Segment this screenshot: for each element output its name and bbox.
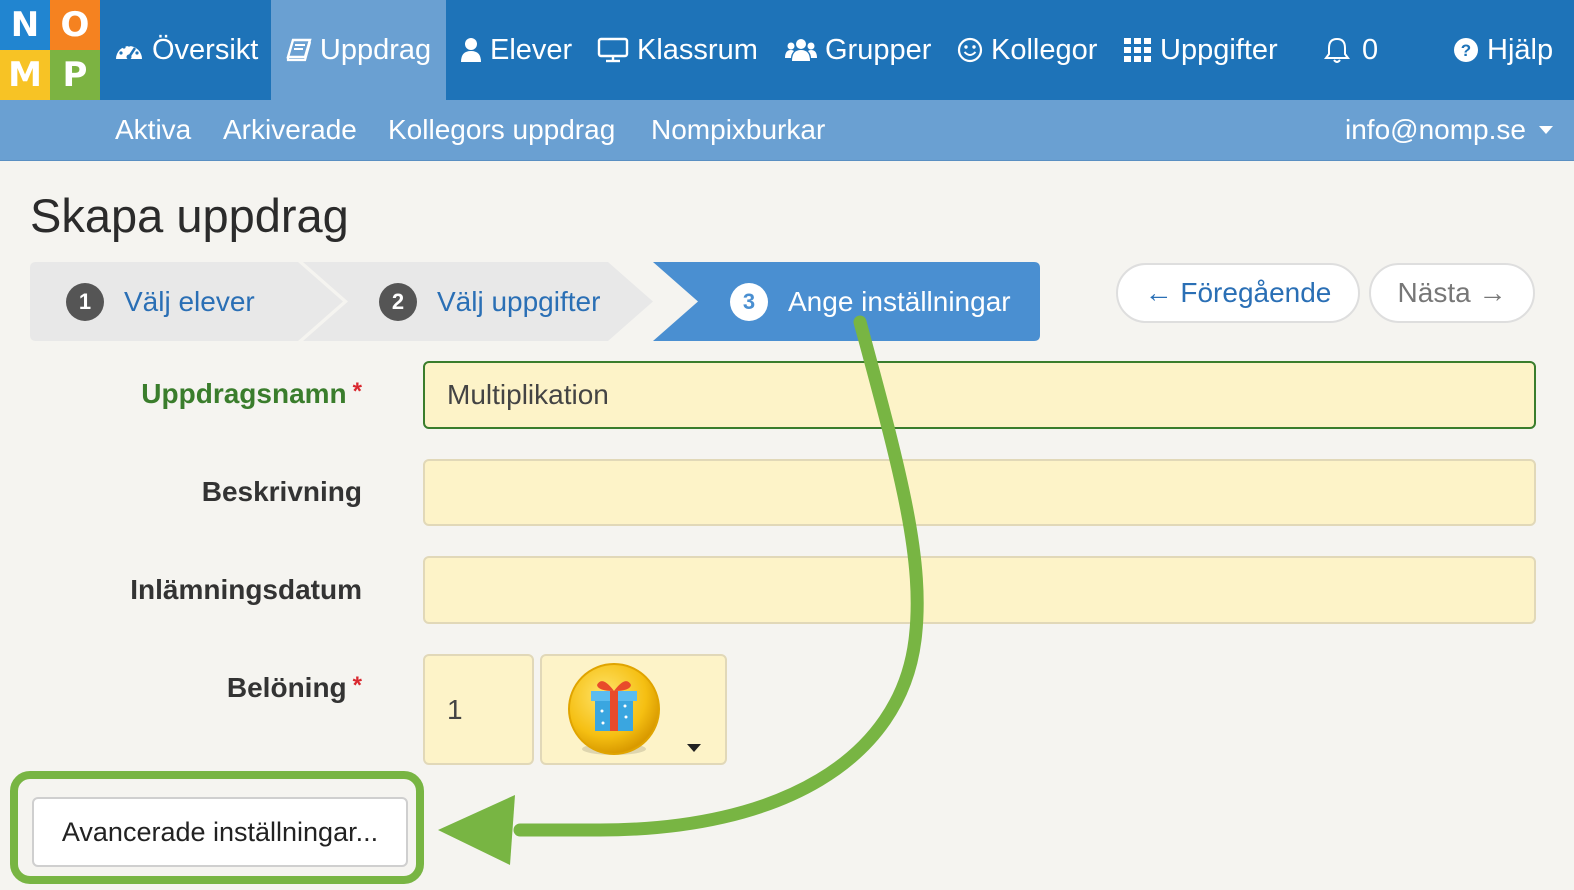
subnav-item-kollegors-uppdrag[interactable]: Kollegors uppdrag	[388, 100, 615, 160]
notifications-button[interactable]: 0	[1324, 0, 1378, 100]
step-label: Välj uppgifter	[437, 285, 601, 317]
step-number: 3	[730, 282, 768, 321]
nav-item-oversikt[interactable]: Översikt	[114, 0, 258, 100]
bell-icon	[1324, 37, 1350, 63]
logo-letter-o: O	[50, 0, 100, 50]
name-label-text: Uppdragsnamn	[141, 378, 347, 409]
reward-label-text: Belöning	[226, 672, 347, 703]
step-number: 1	[66, 282, 104, 321]
reward-type-select[interactable]	[540, 654, 727, 765]
nav-label: Uppgifter	[1160, 33, 1278, 66]
help-button[interactable]: ? Hjälp	[1453, 0, 1553, 100]
caret-down-icon	[687, 744, 701, 752]
dashboard-icon	[116, 43, 142, 60]
caret-down-icon	[1538, 126, 1553, 134]
nomp-logo[interactable]: N O M P	[0, 0, 100, 100]
reward-count-value: 1	[447, 693, 463, 725]
nav-label: Grupper	[825, 33, 932, 66]
reward-count-input[interactable]: 1	[423, 654, 534, 765]
nav-item-grupper[interactable]: Grupper	[785, 0, 931, 100]
logo-letter-n: N	[0, 0, 50, 50]
logo-letter-p: P	[50, 50, 100, 100]
name-input[interactable]: Multiplikation	[423, 361, 1536, 429]
account-menu[interactable]: info@nomp.se	[1345, 100, 1554, 160]
wizard-step-1[interactable]: 1 Välj elever	[66, 262, 255, 341]
smile-icon	[957, 37, 983, 63]
nav-item-uppgifter[interactable]: Uppgifter	[1124, 0, 1278, 100]
due-date-input[interactable]	[423, 556, 1536, 624]
reward-label: Belöning *	[227, 672, 362, 704]
top-navigation: Översikt Uppdrag Elever Klassrum Grupper…	[100, 0, 1574, 100]
gift-icon	[568, 663, 660, 755]
logo-letter-m: M	[0, 50, 50, 100]
question-icon: ?	[1454, 38, 1478, 62]
help-label: Hjälp	[1487, 33, 1554, 66]
step-label: Ange inställningar	[788, 285, 1011, 317]
book-icon	[286, 38, 312, 62]
page-title: Skapa uppdrag	[30, 189, 349, 242]
user-icon	[461, 38, 481, 62]
wizard-step-3[interactable]: 3 Ange inställningar	[730, 262, 1011, 341]
notification-count: 0	[1362, 33, 1379, 66]
due-date-label: Inlämningsdatum	[130, 574, 362, 605]
description-label: Beskrivning	[201, 476, 362, 507]
nav-label: Klassrum	[637, 33, 758, 66]
nav-item-uppdrag[interactable]: Uppdrag	[271, 0, 446, 100]
svg-text:?: ?	[1461, 41, 1471, 60]
nav-item-kollegor[interactable]: Kollegor	[957, 0, 1097, 100]
wizard-steps: 1 Välj elever 2 Välj uppgifter 3 Ange in…	[30, 262, 1040, 341]
nav-item-elever[interactable]: Elever	[460, 0, 572, 100]
grid-icon	[1124, 38, 1151, 62]
nav-label: Kollegor	[991, 33, 1098, 66]
advanced-settings-highlight: Avancerade inställningar...	[10, 771, 424, 884]
subnav-item-arkiverade[interactable]: Arkiverade	[223, 100, 357, 160]
monitor-icon	[597, 37, 629, 63]
name-label: Uppdragsnamn *	[141, 378, 362, 410]
nav-label: Elever	[490, 33, 573, 66]
sub-navigation: Aktiva Arkiverade Kollegors uppdrag Nomp…	[0, 100, 1574, 161]
required-mark: *	[352, 672, 362, 699]
users-icon	[785, 39, 817, 61]
nav-label: Uppdrag	[319, 33, 432, 66]
step-label: Välj elever	[124, 285, 255, 317]
subnav-item-aktiva[interactable]: Aktiva	[115, 100, 191, 160]
nav-item-klassrum[interactable]: Klassrum	[597, 0, 758, 100]
wizard-step-2[interactable]: 2 Välj uppgifter	[379, 262, 600, 341]
subnav-item-nompixburkar[interactable]: Nompixburkar	[651, 100, 825, 160]
required-mark: *	[352, 378, 362, 405]
advanced-settings-button[interactable]: Avancerade inställningar...	[32, 797, 408, 867]
previous-button[interactable]: ← Föregående	[1116, 263, 1360, 323]
nav-label: Översikt	[152, 33, 259, 66]
next-button[interactable]: Nästa →	[1369, 263, 1535, 323]
step-number: 2	[379, 282, 417, 321]
description-input[interactable]	[423, 459, 1536, 526]
name-input-value: Multiplikation	[447, 379, 609, 410]
account-email: info@nomp.se	[1345, 114, 1526, 145]
